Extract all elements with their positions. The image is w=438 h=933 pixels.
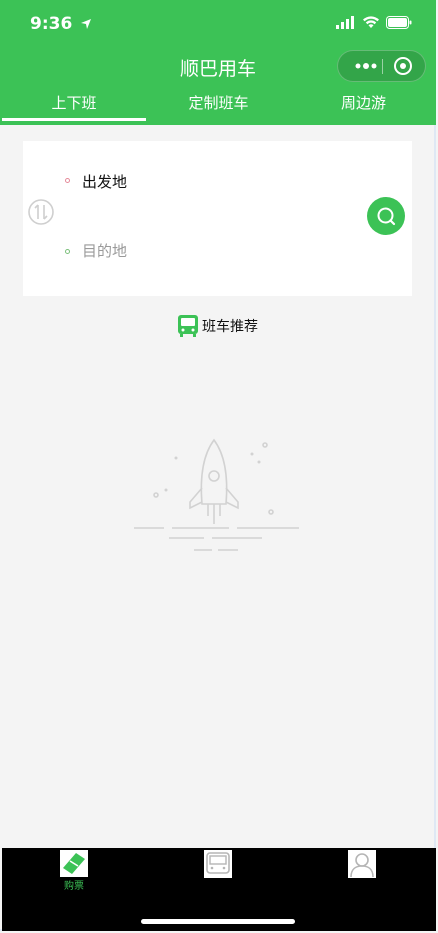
- recommend-label: 班车推荐: [202, 319, 258, 335]
- person-icon: [348, 850, 376, 878]
- tab-commute[interactable]: 上下班: [2, 92, 146, 113]
- location-arrow-icon: [81, 19, 92, 29]
- bus-icon: [178, 315, 198, 337]
- destination-dot: [65, 249, 70, 254]
- wifi-icon: [363, 16, 379, 28]
- origin-input[interactable]: 出发地: [82, 171, 127, 192]
- home-indicator: [141, 919, 295, 924]
- header-bar: 9:36 顺巴用车 上下班 定制班车 周边游: [0, 0, 436, 125]
- nav-tickets[interactable]: 购票: [59, 850, 89, 893]
- bus-outline-icon: [204, 850, 232, 878]
- close-target-icon[interactable]: [393, 56, 413, 76]
- signal-icon: [336, 16, 354, 29]
- tab-nearby-tour[interactable]: 周边游: [291, 92, 436, 113]
- capsule-divider: [382, 59, 383, 74]
- ticket-icon: [60, 850, 88, 877]
- search-button-icon[interactable]: [367, 197, 405, 235]
- shuttle-recommend-title: 班车推荐: [176, 314, 258, 338]
- active-tab-indicator: [2, 118, 146, 121]
- more-button[interactable]: [348, 51, 383, 81]
- nav-profile[interactable]: [348, 850, 376, 882]
- origin-dot: [65, 178, 70, 183]
- mini-program-capsule: [337, 50, 426, 82]
- destination-input[interactable]: 目的地: [82, 240, 127, 261]
- battery-icon: [386, 16, 412, 29]
- tab-custom-shuttle[interactable]: 定制班车: [146, 92, 291, 113]
- status-time: 9:36: [30, 14, 92, 34]
- route-card: 出发地 目的地: [23, 141, 412, 296]
- nav-bus[interactable]: [204, 850, 232, 882]
- empty-rocket-illustration: [134, 438, 299, 551]
- nav-tickets-label: 购票: [64, 881, 84, 892]
- more-dots-icon: [355, 63, 376, 69]
- status-icons: [336, 16, 412, 29]
- swap-icon[interactable]: [28, 199, 54, 225]
